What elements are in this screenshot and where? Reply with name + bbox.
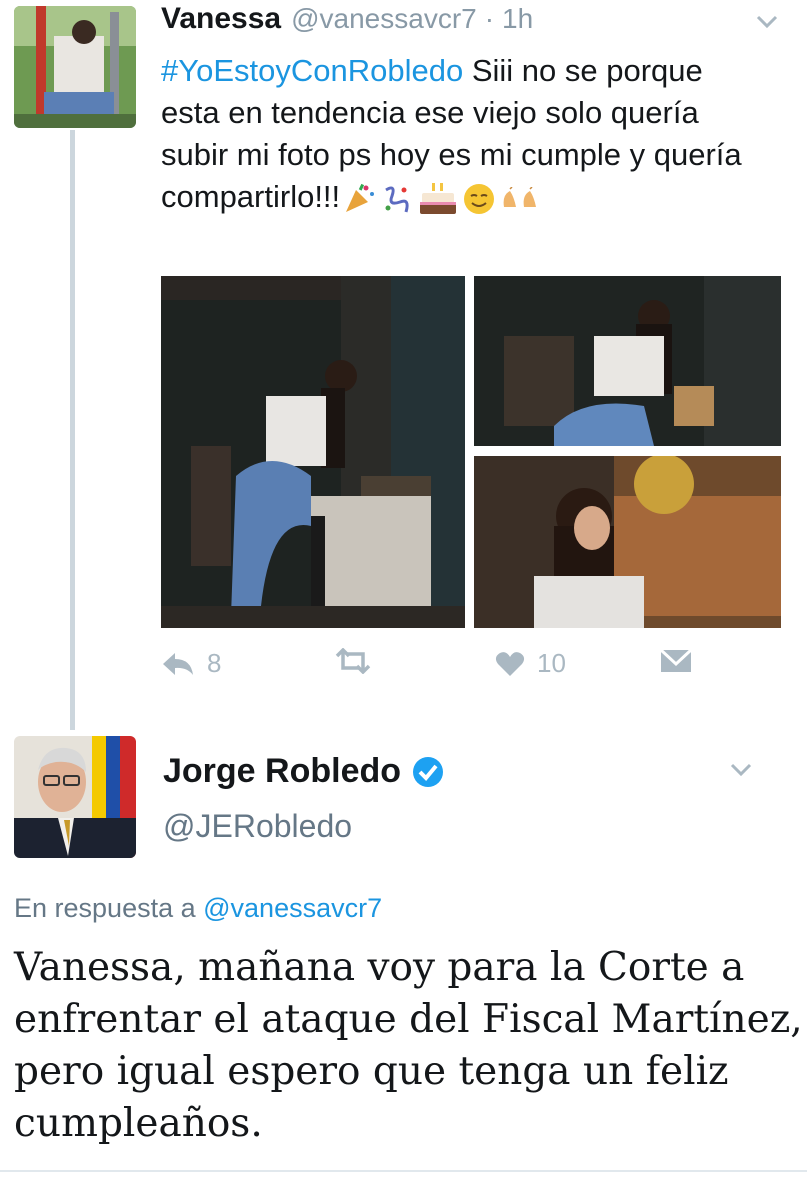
like-count: 10 — [537, 648, 566, 678]
envelope-icon[interactable] — [659, 648, 693, 674]
retweet-action[interactable] — [333, 648, 385, 674]
tweet1-action-bar: 8 10 — [161, 648, 721, 688]
reply-context-label: En respuesta a — [14, 893, 204, 923]
tweet2-author-handle[interactable]: @JERobledo — [163, 808, 352, 845]
tweet1-separator: · — [484, 3, 495, 34]
reply-count: 8 — [207, 648, 222, 678]
party-popper-icon — [346, 183, 375, 212]
photo-main[interactable] — [161, 276, 465, 628]
photo-bottom-right[interactable] — [474, 456, 781, 628]
tweet1-emoji-row — [342, 181, 540, 217]
reply-icon[interactable] — [161, 651, 195, 677]
birthday-cake-icon — [420, 182, 457, 214]
heart-icon[interactable] — [495, 651, 525, 677]
tweet1-author-name[interactable]: Vanessa — [161, 2, 281, 36]
thread-connector-line — [70, 130, 75, 730]
tweet1-text: #YoEstoyConRobledo Siii no se porque est… — [161, 50, 761, 218]
reply-to-mention-link[interactable]: @vanessavcr7 — [203, 893, 382, 923]
confetti-icon — [385, 186, 409, 213]
like-action[interactable]: 10 — [495, 648, 566, 679]
retweet-icon[interactable] — [333, 648, 373, 674]
tweet2-chevron-down-icon[interactable] — [730, 763, 752, 777]
photo-top-right[interactable] — [474, 276, 781, 446]
divider — [0, 1170, 807, 1172]
tweet2-text: Vanessa, mañana voy para la Corte a enfr… — [14, 945, 803, 1146]
clapping-hands-icon — [503, 186, 537, 207]
tweet2-author-name[interactable]: Jorge Robledo — [163, 752, 401, 791]
reply-action[interactable]: 8 — [161, 648, 221, 679]
vanessa-avatar[interactable] — [14, 6, 136, 128]
tweet2-name-row: Jorge Robledo — [163, 752, 445, 791]
tweet1-media-grid — [161, 276, 781, 628]
tweet1-author-handle[interactable]: @vanessavcr7 — [291, 3, 477, 35]
tweet1-timestamp[interactable]: 1h — [502, 3, 533, 35]
tweet1-header: Vanessa @vanessavcr7 · 1h — [161, 2, 533, 42]
direct-message-action[interactable] — [659, 648, 693, 674]
tweet2-reply-context: En respuesta a @vanessavcr7 — [14, 893, 382, 924]
verified-badge-icon — [413, 756, 444, 787]
smiling-face-icon — [464, 183, 495, 214]
tweet1-hashtag-link[interactable]: #YoEstoyConRobledo — [161, 53, 463, 88]
tweet1-chevron-down-icon[interactable] — [756, 15, 778, 29]
robledo-avatar[interactable] — [14, 736, 136, 858]
